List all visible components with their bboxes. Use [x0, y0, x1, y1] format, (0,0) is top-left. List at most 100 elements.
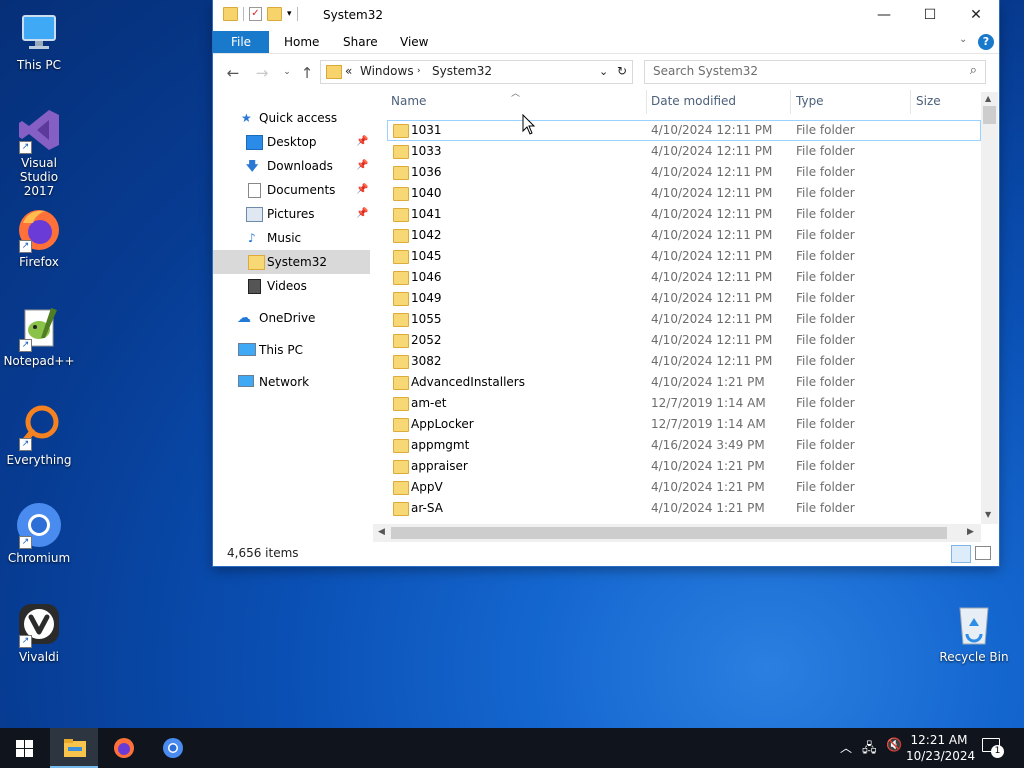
nav-label: This PC	[259, 343, 303, 357]
tab-home[interactable]: Home	[273, 31, 330, 53]
scroll-left-icon[interactable]: ◀	[378, 527, 385, 537]
desktop-icon-visual-studio[interactable]: ↗ Visual Studio 2017	[1, 106, 77, 198]
file-row[interactable]: 1042 4/10/2024 12:11 PM File folder	[387, 225, 981, 246]
file-row[interactable]: 1041 4/10/2024 12:11 PM File folder	[387, 204, 981, 225]
recent-locations-icon[interactable]: ⌄	[278, 67, 296, 77]
address-bar[interactable]: « Windows › System32 ⌄ ↻	[320, 60, 633, 84]
nav-quick-access[interactable]: ★ Quick access	[213, 106, 370, 130]
pin-icon[interactable]: 📌	[356, 130, 368, 154]
up-arrow-icon[interactable]: ↑	[298, 64, 316, 82]
column-header-name[interactable]: Name	[391, 94, 426, 108]
scroll-right-icon[interactable]: ▶	[967, 527, 974, 537]
file-row[interactable]: AdvancedInstallers 4/10/2024 1:21 PM File …	[387, 372, 981, 393]
taskbar: ︿ 🖧 🔇 12:21 AM 10/23/2024 1	[0, 728, 1024, 768]
vertical-scrollbar[interactable]: ▲ ▼	[981, 92, 998, 524]
desktop-icon-notepad-plus-plus[interactable]: ↗ Notepad++	[1, 304, 77, 368]
customize-toolbar-icon[interactable]: ▾	[287, 9, 292, 19]
file-row[interactable]: 1040 4/10/2024 12:11 PM File folder	[387, 183, 981, 204]
pin-icon[interactable]: 📌	[356, 154, 368, 178]
search-input[interactable]: Search System32 ⌕	[644, 60, 986, 84]
file-name: 3082	[411, 354, 442, 368]
file-row[interactable]: 1045 4/10/2024 12:11 PM File folder	[387, 246, 981, 267]
notepad-plus-plus-icon: ↗	[15, 304, 63, 352]
nav-music[interactable]: ♪ Music	[213, 226, 370, 250]
file-row[interactable]: 1031 4/10/2024 12:11 PM File folder	[387, 120, 981, 141]
column-header-size[interactable]: Size	[916, 94, 941, 108]
system-clock[interactable]: 12:21 AM 10/23/2024	[906, 732, 975, 764]
nav-onedrive[interactable]: ☁ OneDrive	[213, 306, 370, 330]
tab-view[interactable]: View	[389, 31, 439, 53]
nav-this-pc[interactable]: This PC	[213, 338, 370, 362]
search-icon[interactable]: ⌕	[970, 63, 977, 78]
file-row[interactable]: appmgmt 4/16/2024 3:49 PM File folder	[387, 435, 981, 456]
tab-file[interactable]: File	[213, 31, 269, 53]
breadcrumb-chevron-icon[interactable]: ›	[417, 66, 421, 76]
start-button[interactable]	[0, 728, 48, 768]
file-row[interactable]: 1055 4/10/2024 12:11 PM File folder	[387, 309, 981, 330]
address-dropdown-icon[interactable]: ⌄	[599, 65, 608, 78]
file-row[interactable]: appraiser 4/10/2024 1:21 PM File folder	[387, 456, 981, 477]
breadcrumb-overflow[interactable]: «	[345, 64, 352, 78]
file-row[interactable]: 1049 4/10/2024 12:11 PM File folder	[387, 288, 981, 309]
help-icon[interactable]: ?	[978, 34, 994, 50]
back-arrow-icon[interactable]: ←	[224, 64, 242, 82]
mouse-cursor-icon	[522, 114, 536, 135]
pin-icon[interactable]: 📌	[356, 202, 368, 226]
horizontal-scrollbar[interactable]: ◀ ▶	[373, 524, 981, 542]
title-bar[interactable]: ✓ ▾ System32 — ☐ ✕	[213, 0, 999, 31]
taskbar-chromium[interactable]	[149, 728, 197, 768]
nav-pictures[interactable]: Pictures 📌	[213, 202, 370, 226]
properties-icon[interactable]: ✓	[249, 7, 262, 21]
desktop-icon-this-pc[interactable]: This PC	[1, 8, 77, 72]
file-date-modified: 4/10/2024 1:21 PM	[651, 480, 765, 494]
tab-share[interactable]: Share	[332, 31, 389, 53]
file-row[interactable]: 1033 4/10/2024 12:11 PM File folder	[387, 141, 981, 162]
nav-network[interactable]: Network	[213, 370, 370, 394]
close-button[interactable]: ✕	[953, 0, 999, 31]
forward-arrow-icon[interactable]: →	[253, 64, 271, 82]
file-date-modified: 4/10/2024 12:11 PM	[651, 144, 773, 158]
file-row[interactable]: 1036 4/10/2024 12:11 PM File folder	[387, 162, 981, 183]
column-header-type[interactable]: Type	[796, 94, 824, 108]
volume-muted-icon[interactable]: 🔇	[886, 738, 902, 753]
horizontal-scroll-thumb[interactable]	[391, 527, 947, 539]
show-hidden-icons-icon[interactable]: ︿	[840, 739, 852, 756]
file-row[interactable]: 2052 4/10/2024 12:11 PM File folder	[387, 330, 981, 351]
new-folder-icon[interactable]	[267, 7, 282, 21]
pin-icon[interactable]: 📌	[356, 178, 368, 202]
taskbar-file-explorer[interactable]	[50, 728, 98, 768]
desktop-icon-vivaldi[interactable]: ↗ Vivaldi	[1, 600, 77, 664]
file-row[interactable]: ar-SA 4/10/2024 1:21 PM File folder	[387, 498, 981, 519]
desktop-icon-label: Firefox	[19, 255, 59, 269]
refresh-icon[interactable]: ↻	[617, 64, 627, 78]
large-icons-view-icon[interactable]	[975, 546, 991, 560]
column-header-date-modified[interactable]: Date modified	[651, 94, 736, 108]
file-row[interactable]: 1046 4/10/2024 12:11 PM File folder	[387, 267, 981, 288]
nav-documents[interactable]: Documents 📌	[213, 178, 370, 202]
file-row[interactable]: AppV 4/10/2024 1:21 PM File folder	[387, 477, 981, 498]
desktop-icon-recycle-bin[interactable]: Recycle Bin	[936, 600, 1012, 664]
nav-downloads[interactable]: 🡇 Downloads 📌	[213, 154, 370, 178]
file-type: File folder	[796, 312, 855, 326]
scroll-down-icon[interactable]: ▼	[985, 510, 991, 519]
taskbar-firefox[interactable]	[100, 728, 148, 768]
expand-ribbon-icon[interactable]: ⌄	[959, 34, 967, 45]
nav-system32[interactable]: System32	[213, 250, 370, 274]
file-row[interactable]: AppLocker 12/7/2019 1:14 AM File folder	[387, 414, 981, 435]
action-center-button[interactable]: 1	[982, 738, 1004, 758]
desktop-icon-firefox[interactable]: ↗ Firefox	[1, 205, 77, 269]
breadcrumb-windows[interactable]: Windows	[360, 64, 414, 78]
nav-videos[interactable]: Videos	[213, 274, 370, 298]
minimize-button[interactable]: —	[861, 0, 907, 31]
file-row[interactable]: 3082 4/10/2024 12:11 PM File folder	[387, 351, 981, 372]
nav-desktop[interactable]: Desktop 📌	[213, 130, 370, 154]
scroll-up-icon[interactable]: ▲	[985, 94, 991, 103]
desktop-icon-chromium[interactable]: ↗ Chromium	[1, 501, 77, 565]
maximize-button[interactable]: ☐	[907, 0, 953, 31]
vertical-scroll-thumb[interactable]	[983, 106, 996, 124]
file-row[interactable]: am-et 12/7/2019 1:14 AM File folder	[387, 393, 981, 414]
details-view-icon[interactable]	[951, 545, 971, 563]
desktop-icon-everything[interactable]: ↗ Everything	[1, 403, 77, 467]
network-status-icon[interactable]: 🖧	[862, 739, 877, 761]
breadcrumb-system32[interactable]: System32	[432, 64, 492, 78]
